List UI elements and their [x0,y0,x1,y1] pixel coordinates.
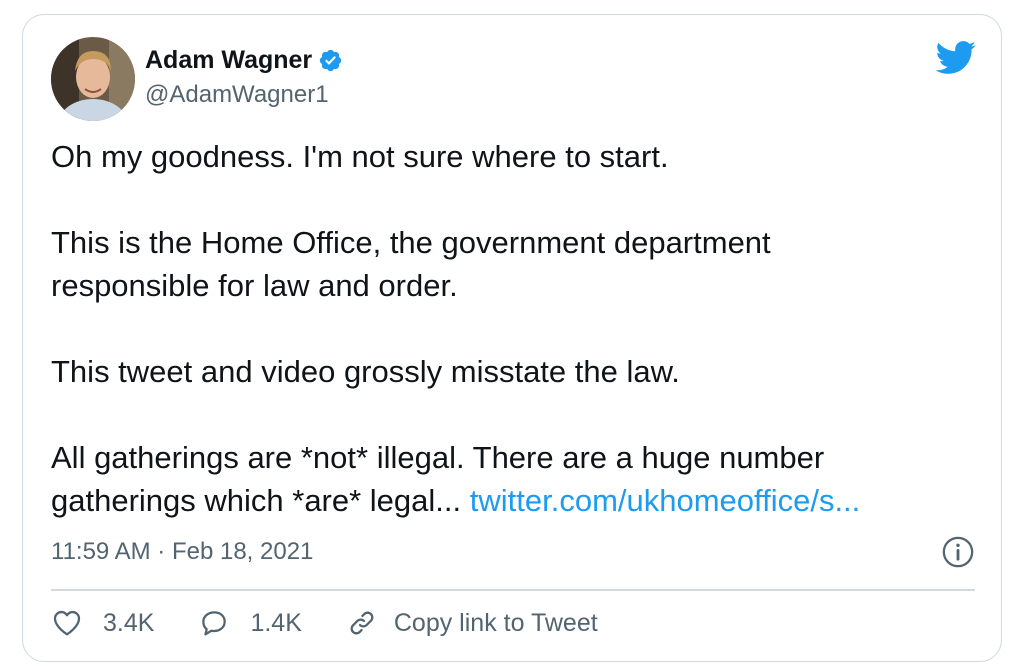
tweet-line: This tweet and video grossly misstate th… [51,354,680,389]
reply-count: 1.4K [250,608,302,637]
tweet-line: All gatherings are *not* illegal. There … [51,440,825,475]
tweet-card[interactable]: Adam Wagner @AdamWagner1 Oh my goodness.… [22,14,1002,662]
tweet-line: Oh my goodness. I'm not sure where to st… [51,139,669,174]
avatar[interactable] [51,37,135,121]
tweet-line: This is the Home Office, the government … [51,225,771,260]
author-handle[interactable]: @AdamWagner1 [145,81,329,109]
actions-divider [51,589,975,591]
verified-badge-icon [319,49,342,71]
info-icon[interactable] [941,535,975,569]
tweet-line-with-link: gatherings which *are* legal... twitter.… [51,479,981,522]
tweet-text: Oh my goodness. I'm not sure where to st… [51,135,981,522]
link-icon [350,611,374,635]
copy-link-button[interactable]: Copy link to Tweet [346,607,598,639]
like-count: 3.4K [103,608,155,637]
author-display-name[interactable]: Adam Wagner [145,45,312,75]
reply-bubble-icon [202,611,227,636]
tweet-paragraph-gap [51,393,981,436]
copy-link-label: Copy link to Tweet [393,608,598,637]
tweet-link[interactable]: twitter.com/ukhomeoffice/s... [470,483,861,518]
tweet-paragraph-gap [51,307,981,350]
tweet-line: responsible for law and order. [51,268,458,303]
twitter-bird-icon[interactable] [935,41,977,75]
reply-button[interactable]: 1.4K [198,607,302,639]
tweet-actions: 3.4K 1.4K Copy link to Tweet [51,607,642,639]
tweet-paragraph-gap [51,178,981,221]
tweet-timestamp[interactable]: 11:59 AM · Feb 18, 2021 [51,537,313,567]
tweet-line-text: gatherings which *are* legal... [51,483,470,518]
heart-icon [53,610,81,636]
author-name-row: Adam Wagner [145,45,343,75]
like-button[interactable]: 3.4K [51,607,154,639]
